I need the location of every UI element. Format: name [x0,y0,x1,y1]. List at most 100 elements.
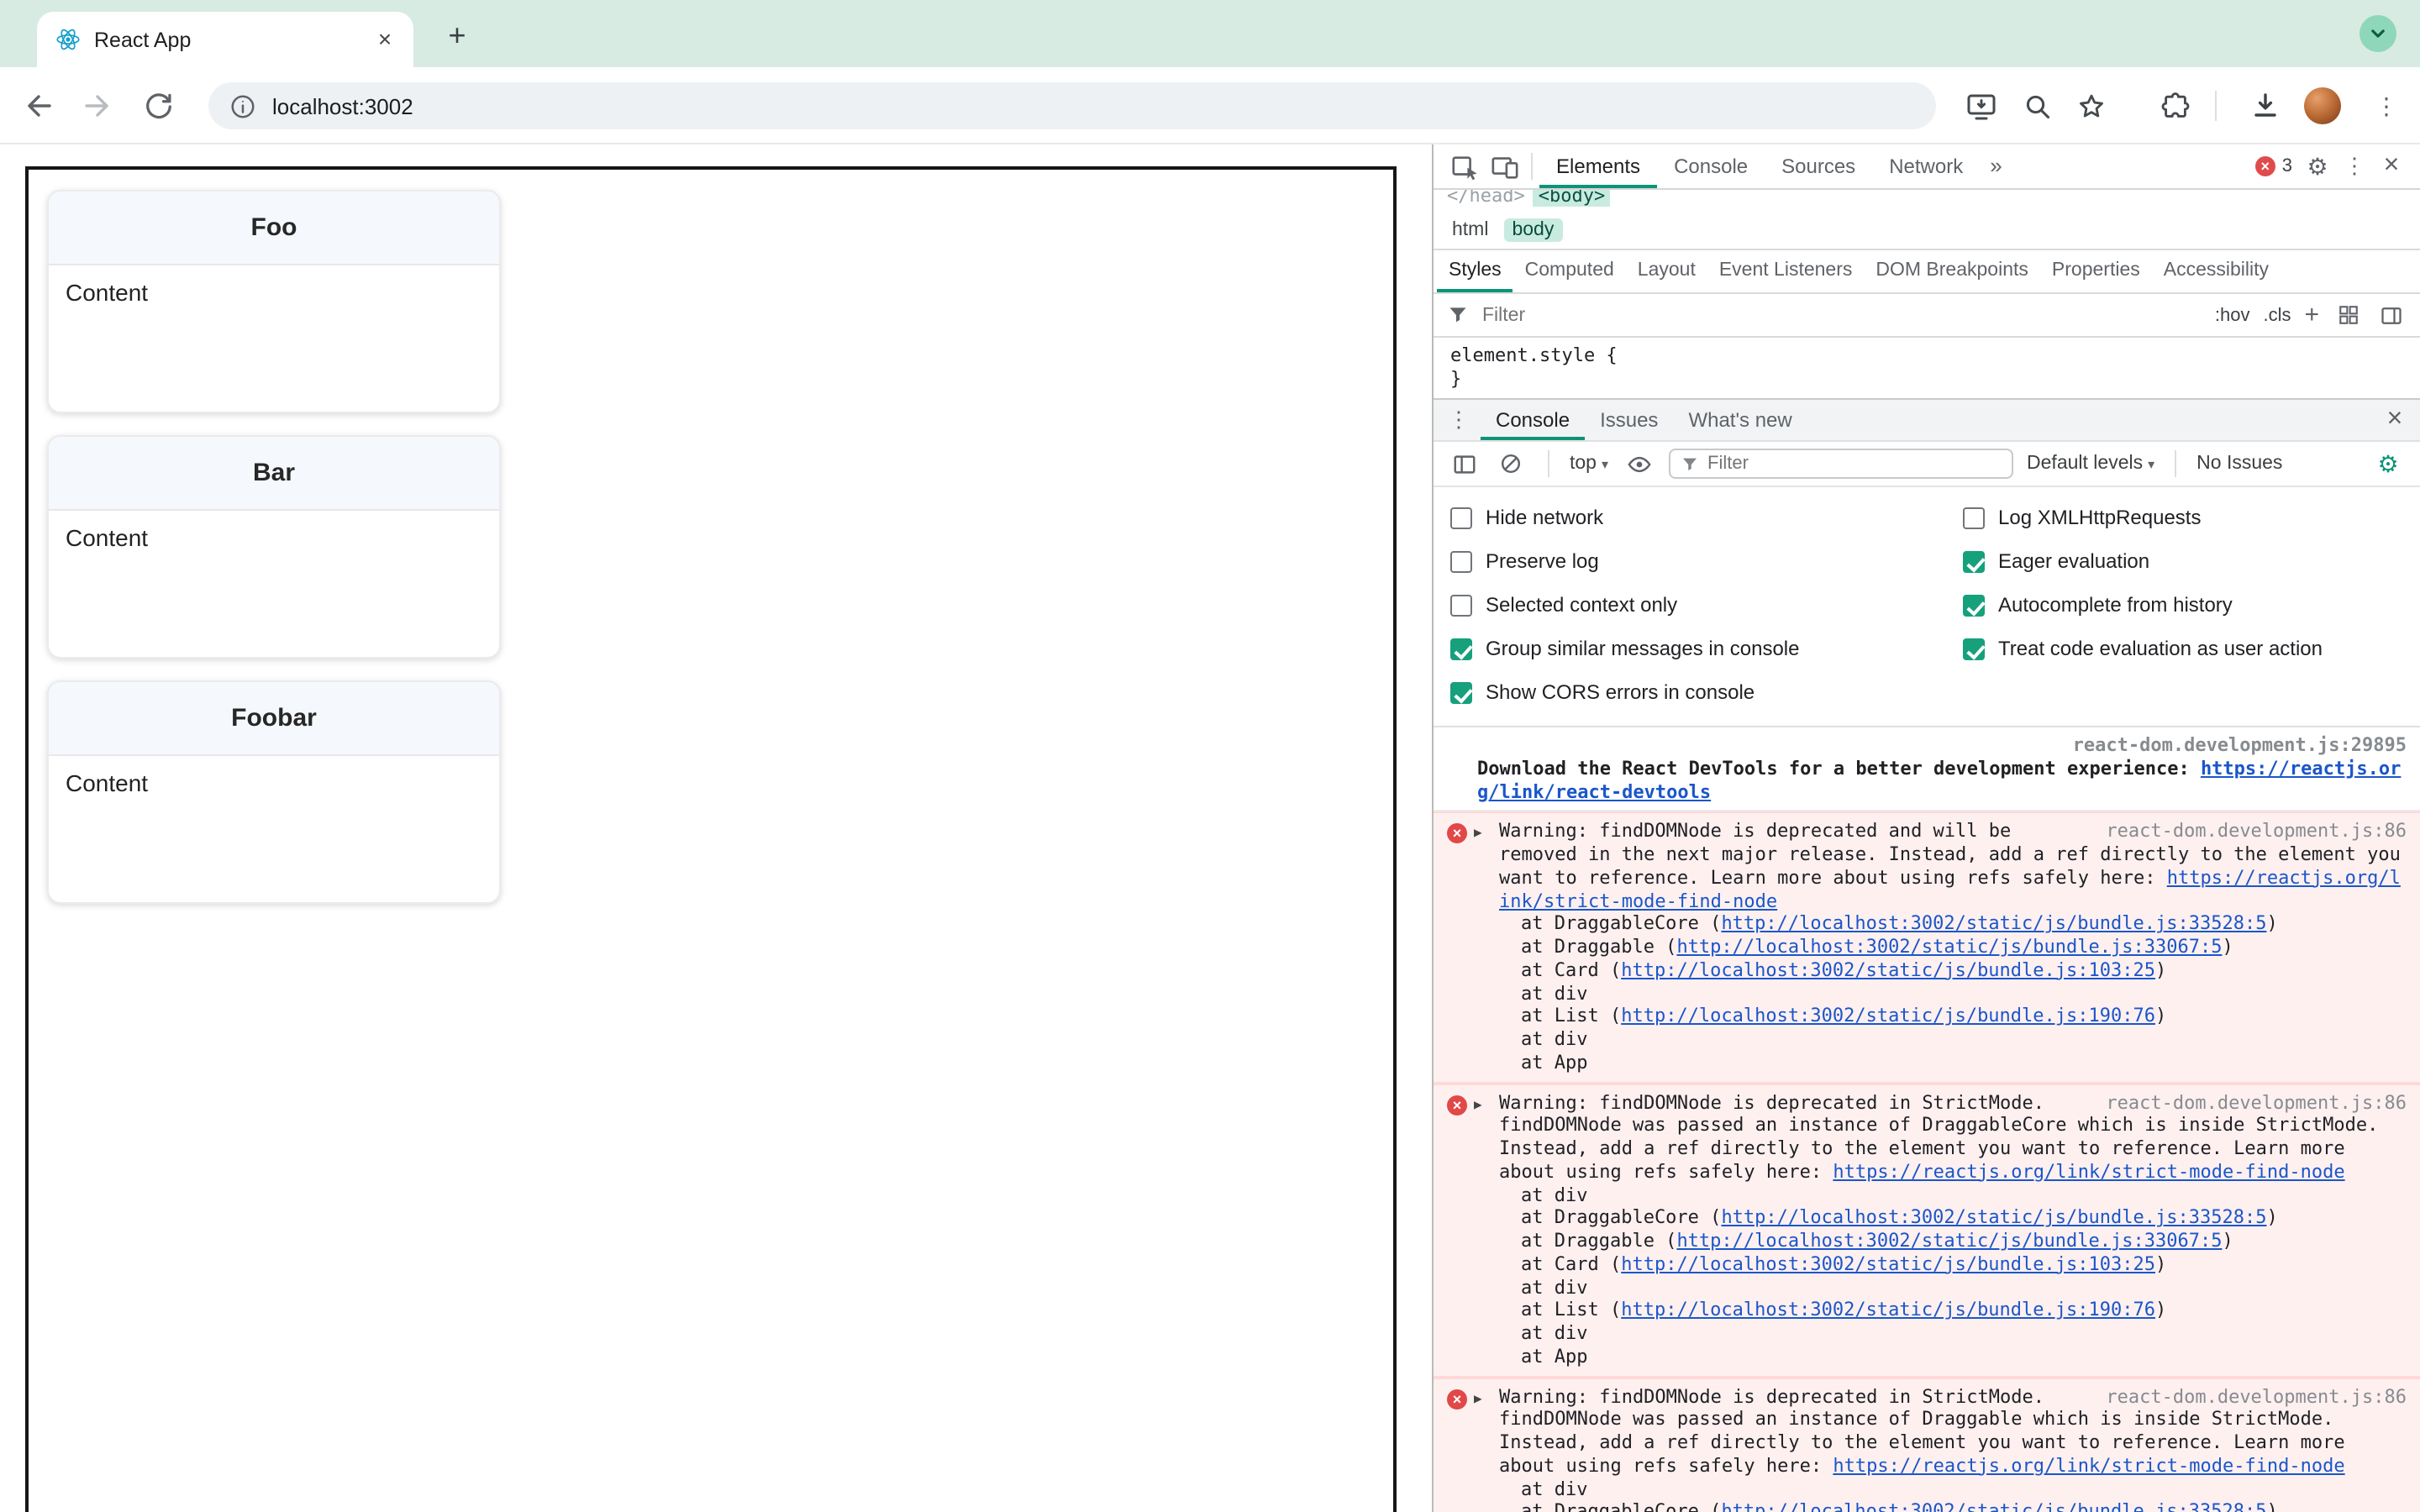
reload-button[interactable] [139,87,176,124]
stack-frame-link[interactable]: http://localhost:3002/static/js/bundle.j… [1621,959,2155,981]
browser-tab[interactable]: React App × [37,12,413,67]
message-source-link[interactable]: react-dom.development.js:29895 [1477,734,2407,758]
element-classes-button[interactable]: .cls [2263,305,2291,325]
stack-frame-link[interactable]: http://localhost:3002/static/js/bundle.j… [1621,1253,2155,1275]
drawer-menu-button[interactable]: ⋮ [1440,400,1477,440]
stack-frame-link[interactable]: http://localhost:3002/static/js/bundle.j… [1676,1230,2222,1252]
styles-pane-tab[interactable]: Properties [2040,250,2152,292]
message-link[interactable]: https://reactjs.org/link/strict-mode-fin… [1833,1455,2344,1477]
card-title[interactable]: Foo [49,192,499,265]
styles-pane-tab[interactable]: DOM Breakpoints [1864,250,2040,292]
new-tab-button[interactable]: + [440,18,474,52]
styles-filter-input[interactable] [1482,305,2202,325]
card-title[interactable]: Foobar [49,682,499,756]
console-setting[interactable]: Eager evaluation [1946,539,2420,583]
checkbox-icon[interactable] [1450,594,1472,616]
drawer-tab[interactable]: What's new [1673,400,1807,440]
stack-frame-link[interactable]: http://localhost:3002/static/js/bundle.j… [1621,1299,2155,1321]
stack-frame-link[interactable]: http://localhost:3002/static/js/bundle.j… [1721,1501,2266,1512]
stack-frame-link[interactable]: http://localhost:3002/static/js/bundle.j… [1721,913,2266,935]
checkbox-icon[interactable] [1963,638,1985,659]
console-setting[interactable]: Selected context only [1434,583,1946,627]
styles-pane-tab[interactable]: Layout [1626,250,1707,292]
devtools-close-button[interactable]: × [2373,146,2410,186]
drawer-tab[interactable]: Console [1481,400,1585,440]
bookmark-button[interactable] [2072,87,2109,124]
grid-settings-button[interactable] [2333,295,2363,335]
drawer-tab[interactable]: Issues [1585,400,1673,440]
devtools-panel-tab[interactable]: Sources [1765,144,1872,188]
console-setting[interactable]: Treat code evaluation as user action [1946,627,2420,670]
checkbox-icon[interactable] [1450,681,1472,703]
expand-toggle-icon[interactable]: ▶ [1474,1390,1492,1512]
checkbox-icon[interactable] [1450,638,1472,659]
back-button[interactable] [20,87,57,124]
checkbox-icon[interactable] [1963,550,1985,572]
url-input[interactable] [272,93,1916,118]
styles-pane-tab[interactable]: Event Listeners [1707,250,1865,292]
address-bar[interactable] [208,82,1936,129]
dom-tree-clipped[interactable]: </head> <body> [1434,190,2420,210]
inspect-element-button[interactable] [1444,146,1484,186]
device-toolbar-button[interactable] [1484,146,1524,186]
toggle-sidebar-button[interactable] [2376,295,2407,335]
clear-console-button[interactable] [1494,444,1528,484]
new-style-rule-button[interactable]: + [2304,302,2319,327]
stack-frame-link[interactable]: http://localhost:3002/static/js/bundle.j… [1676,936,2222,958]
dom-node-selected[interactable]: <body> [1533,190,1611,207]
install-app-button[interactable] [1963,87,2000,124]
toggle-element-state-button[interactable]: :hov [2215,305,2250,325]
console-sidebar-button[interactable] [1447,444,1481,484]
devtools-panel-tab[interactable]: Network [1872,144,1980,188]
close-drawer-button[interactable]: × [2376,400,2413,440]
element-style-open[interactable]: element.style { [1450,344,2403,368]
message-source-link[interactable]: react-dom.development.js:86 [2106,821,2407,844]
console-filter-input[interactable] [1707,454,2002,474]
console-setting[interactable]: Autocomplete from history [1946,583,2420,627]
stack-frame-link[interactable]: http://localhost:3002/static/js/bundle.j… [1721,1207,2266,1229]
downloads-button[interactable] [2247,87,2284,124]
draggable-card[interactable]: Foobar Content [47,680,501,904]
tab-close-icon[interactable]: × [371,25,398,53]
styles-pane-tab[interactable]: Styles [1437,250,1513,292]
styles-pane-tab[interactable]: Computed [1513,250,1626,292]
forward-button[interactable] [79,87,116,124]
issues-counter[interactable]: No Issues [2196,454,2282,474]
card-title[interactable]: Bar [49,437,499,511]
tab-search-button[interactable] [2360,15,2396,52]
element-style-rule[interactable]: element.style { } [1434,338,2420,398]
expand-toggle-icon[interactable]: ▶ [1474,1096,1492,1368]
message-link[interactable]: https://reactjs.org/link/strict-mode-fin… [1833,1161,2344,1183]
devtools-settings-button[interactable]: ⚙ [2299,146,2336,186]
error-count-badge[interactable]: × 3 [2249,156,2299,176]
expand-toggle-icon[interactable]: ▶ [1474,826,1492,1075]
devtools-menu-button[interactable]: ⋮ [2336,146,2373,186]
site-info-icon[interactable] [229,92,257,120]
console-filter[interactable] [1669,449,2014,479]
checkbox-icon[interactable] [1450,507,1472,528]
breadcrumb-item[interactable]: html [1444,218,1497,241]
checkbox-icon[interactable] [1963,594,1985,616]
devtools-panel-tab[interactable]: Elements [1539,144,1657,188]
checkbox-icon[interactable] [1450,550,1472,572]
draggable-card[interactable]: Foo Content [47,190,501,413]
styles-pane-tab[interactable]: Accessibility [2152,250,2281,292]
live-expression-button[interactable] [1622,444,1655,484]
devtools-panel-tab[interactable]: Console [1657,144,1765,188]
draggable-card[interactable]: Bar Content [47,435,501,659]
dom-node-closing-tag[interactable]: </head> [1447,190,1525,207]
message-source-link[interactable]: react-dom.development.js:86 [2106,1385,2407,1409]
console-settings-button[interactable]: ⚙ [2370,444,2407,484]
message-source-link[interactable]: react-dom.development.js:86 [2106,1091,2407,1115]
search-tabs-button[interactable] [2018,87,2055,124]
console-setting[interactable]: Show CORS errors in console [1434,670,1946,714]
checkbox-icon[interactable] [1963,507,1985,528]
more-panels-button[interactable]: » [1980,144,2012,188]
profile-avatar[interactable] [2304,87,2341,124]
extensions-button[interactable] [2156,87,2193,124]
context-selector[interactable]: top ▾ [1570,454,1608,474]
console-setting[interactable]: Log XMLHttpRequests [1946,496,2420,539]
browser-menu-button[interactable]: ⋮ [2368,87,2405,124]
log-level-selector[interactable]: Default levels ▾ [2027,454,2154,474]
console-setting[interactable]: Preserve log [1434,539,1946,583]
